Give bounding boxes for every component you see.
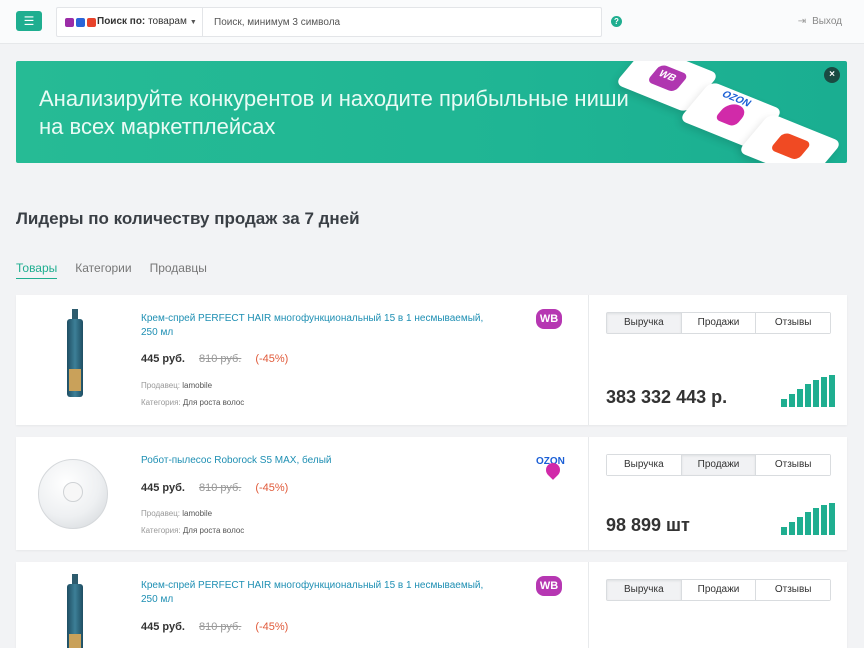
logout-link[interactable]: ⇥ Выход [798,16,842,27]
hamburger-icon: ☰ [23,14,35,28]
seller-info: Продавец: lamobile [141,509,212,518]
section-title: Лидеры по количеству продаж за 7 дней [16,209,360,228]
metric-tabs: Выручка Продажи Отзывы [606,312,831,334]
wildberries-badge-icon: WB [536,576,562,596]
product-image[interactable] [38,568,108,648]
marketplace-icons [65,18,96,27]
sales-trend-icon [781,503,835,535]
tab-revenue[interactable]: Выручка [607,580,682,600]
price-row: 445 руб. 810 руб. (-45%) [141,621,288,633]
category-value: Для роста волос [182,526,245,535]
discount: (-45%) [255,482,289,494]
spray-bottle-icon [67,309,83,397]
tab-reviews[interactable]: Отзывы [756,580,831,600]
price: 445 руб. [141,482,185,494]
banner-text: Анализируйте конкурентов и находите приб… [39,86,629,139]
metric-tabs: Выручка Продажи Отзывы [606,454,831,476]
leaders-tabs: Товары Категории Продавцы [16,261,207,279]
product-image[interactable] [38,443,108,543]
old-price: 810 руб. [198,482,242,494]
top-bar: ☰ Поиск по: товарам▼ ? ⇥ Выход [0,0,864,44]
aliexpress-logo-icon [769,131,813,161]
aliexpress-icon [87,18,96,27]
robot-vacuum-icon [38,459,108,529]
tab-sales[interactable]: Продажи [681,455,757,475]
discount: (-45%) [255,621,289,633]
seller-label: Продавец: [141,381,181,390]
search-scope-label: Поиск по: [97,16,146,27]
tab-reviews[interactable]: Отзывы [756,313,831,333]
seller-value: lamobile [182,509,213,518]
ozon-icon [76,18,85,27]
tab-sellers[interactable]: Продавцы [150,261,207,279]
logout-label: Выход [812,16,842,27]
price: 445 руб. [141,353,185,365]
search-bar: Поиск по: товарам ▼ [56,7,602,37]
logout-icon: ⇥ [797,16,807,27]
menu-button[interactable]: ☰ [16,11,42,31]
product-image[interactable] [38,301,108,401]
search-scope-dropdown[interactable]: Поиск по: товарам ▼ [97,16,197,27]
search-input[interactable] [203,8,599,36]
close-icon[interactable]: × [824,67,840,83]
category-value: Для роста волос [182,398,245,407]
wildberries-icon [65,18,74,27]
category-info: Категория: Для роста волос [141,526,244,535]
tab-revenue[interactable]: Выручка [607,455,682,475]
divider [588,295,589,425]
category-label: Категория: [141,526,181,535]
marketplace-badge: WB [536,576,566,600]
price: 445 руб. [141,621,185,633]
product-name-link[interactable]: Крем-спрей PERFECT HAIR многофункциональ… [141,579,501,607]
tab-sales[interactable]: Продажи [681,580,757,600]
price-row: 445 руб. 810 руб. (-45%) [141,482,288,494]
divider [588,562,589,648]
category-label: Категория: [141,398,181,407]
divider [588,437,589,550]
product-card: Крем-спрей PERFECT HAIR многофункциональ… [16,562,847,648]
old-price: 810 руб. [198,621,242,633]
old-price: 810 руб. [198,353,242,365]
tab-categories[interactable]: Категории [75,261,131,279]
wildberries-badge-icon: WB [536,309,562,329]
product-name-link[interactable]: Робот-пылесос Roborock S5 MAX, белый [141,454,501,468]
metric-value: 383 332 443 р. [606,387,728,407]
tab-products[interactable]: Товары [16,261,58,279]
search-scope-value: товарам [148,16,187,27]
metric-value: 98 899 шт [606,515,690,535]
tab-reviews[interactable]: Отзывы [756,455,831,475]
discount: (-45%) [255,353,289,365]
marketplace-badge: OZON [536,451,566,480]
product-name-link[interactable]: Крем-спрей PERFECT HAIR многофункциональ… [141,312,501,340]
seller-value: lamobile [182,381,213,390]
seller-info: Продавец: lamobile [141,381,212,390]
sales-trend-icon [781,375,835,407]
product-card: Робот-пылесос Roborock S5 MAX, белый 445… [16,437,847,550]
metric-tabs: Выручка Продажи Отзывы [606,579,831,601]
category-info: Категория: Для роста волос [141,398,244,407]
promo-banner: Анализируйте конкурентов и находите приб… [16,61,847,163]
spray-bottle-icon [67,574,83,648]
price-row: 445 руб. 810 руб. (-45%) [141,353,288,365]
tab-sales[interactable]: Продажи [681,313,757,333]
seller-label: Продавец: [141,509,181,518]
tab-revenue[interactable]: Выручка [607,313,682,333]
marketplace-badge: WB [536,309,566,333]
help-icon[interactable]: ? [611,16,622,27]
product-card: Крем-спрей PERFECT HAIR многофункциональ… [16,295,847,425]
caret-down-icon: ▼ [189,19,197,26]
